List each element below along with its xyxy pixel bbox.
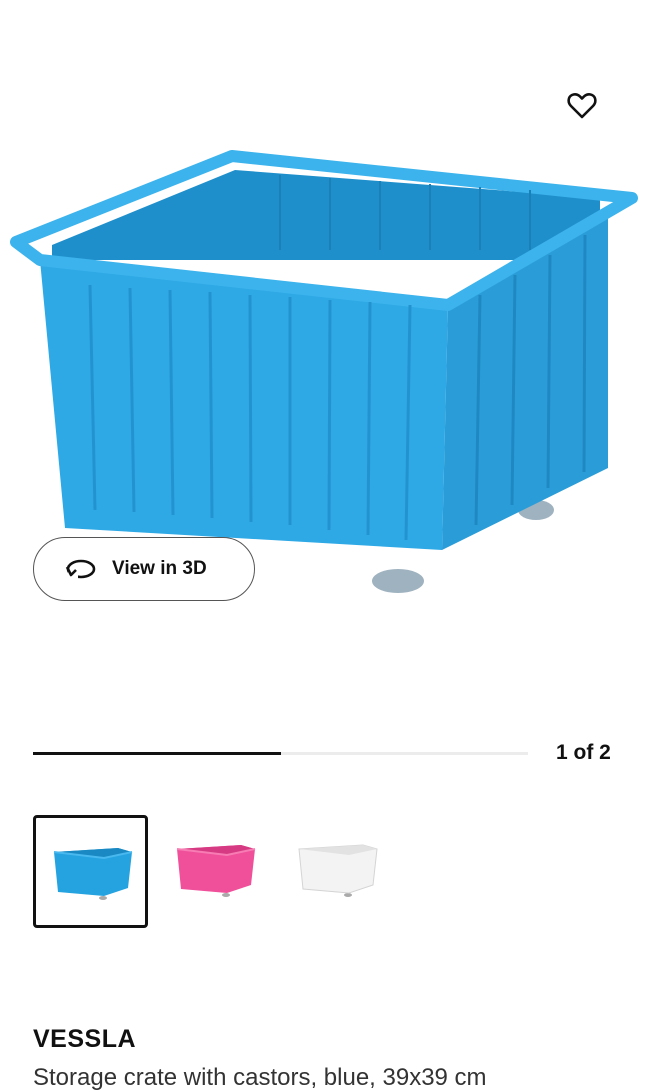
- rotate-3d-icon: [64, 557, 98, 581]
- thumbnail-pink[interactable]: [159, 815, 274, 928]
- product-image: [10, 150, 638, 593]
- crate-thumbnail-icon: [53, 848, 133, 900]
- thumbnail-blue[interactable]: [33, 815, 148, 928]
- product-name: VESSLA: [33, 1025, 137, 1053]
- gallery-counter: 1 of 2: [556, 741, 611, 764]
- gallery-progress-bar: [33, 752, 528, 755]
- gallery-progress-fill: [33, 752, 281, 755]
- product-description: Storage crate with castors, blue, 39x39 …: [33, 1064, 487, 1091]
- thumbnail-white[interactable]: [281, 815, 396, 928]
- view-in-3d-button[interactable]: View in 3D: [33, 537, 255, 601]
- crate-thumbnail-icon: [298, 844, 378, 897]
- crate-thumbnail-icon: [176, 845, 256, 897]
- view-in-3d-label: View in 3D: [112, 558, 207, 579]
- favorite-button[interactable]: [564, 88, 600, 124]
- heart-outline-icon: [567, 93, 597, 119]
